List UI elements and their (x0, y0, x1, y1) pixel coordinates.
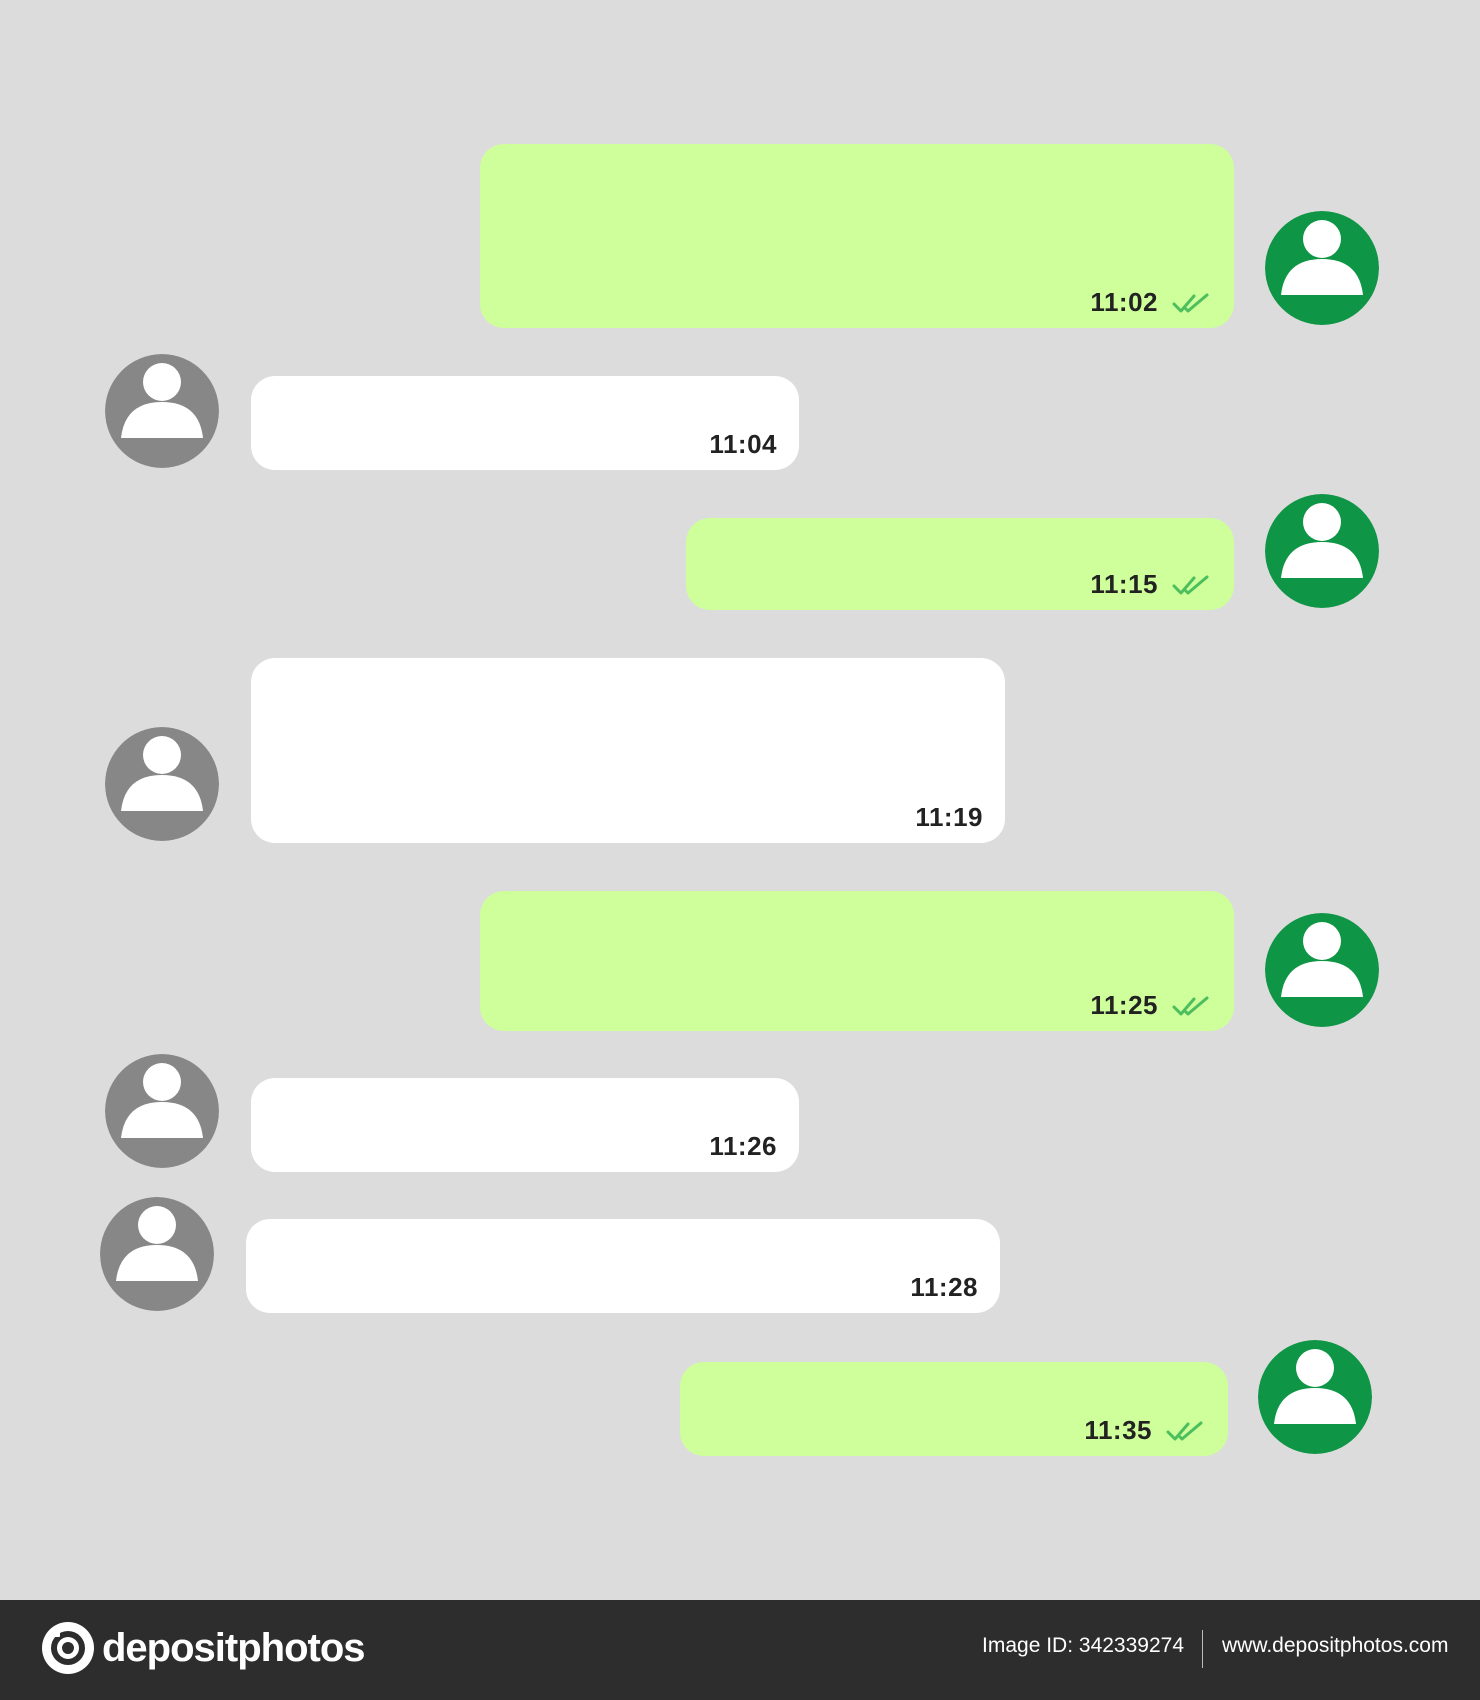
user-avatar-incoming[interactable] (105, 1054, 219, 1168)
double-check-icon (1172, 293, 1209, 312)
user-avatar-incoming[interactable] (105, 354, 219, 468)
message-meta: 11:35 (1084, 1415, 1206, 1446)
message-bubble-incoming[interactable]: 11:19 (251, 658, 1005, 843)
chat-area: 11:02 11:04 11:15 11:19 11:25 11:26 11:2… (0, 0, 1480, 1600)
message-time: 11:02 (1090, 287, 1158, 317)
camera-icon (40, 1620, 96, 1676)
message-meta: 11:15 (1090, 569, 1212, 600)
user-icon (105, 354, 219, 468)
site-url-link[interactable]: www.depositphotos.com (1222, 1634, 1448, 1658)
message-bubble-outgoing[interactable]: 11:15 (686, 518, 1234, 610)
message-meta: 11:02 (1090, 287, 1212, 318)
user-icon (1265, 211, 1379, 325)
user-avatar-outgoing[interactable] (1265, 211, 1379, 325)
brand-name: depositphotos (102, 1625, 366, 1670)
user-avatar-incoming[interactable] (105, 727, 219, 841)
message-bubble-outgoing[interactable]: 11:02 (480, 144, 1234, 328)
message-bubble-incoming[interactable]: 11:26 (251, 1078, 799, 1172)
user-avatar-outgoing[interactable] (1265, 913, 1379, 1027)
brand-logo[interactable]: depositphotos (40, 1620, 366, 1676)
message-time: 11:25 (1090, 990, 1158, 1020)
message-time: 11:26 (709, 1131, 777, 1161)
user-icon (105, 727, 219, 841)
message-time: 11:28 (910, 1272, 978, 1302)
double-check-icon (1172, 575, 1209, 594)
user-avatar-incoming[interactable] (100, 1197, 214, 1311)
message-time: 11:19 (915, 802, 983, 832)
message-time: 11:04 (709, 429, 777, 459)
message-bubble-outgoing[interactable]: 11:25 (480, 891, 1234, 1031)
user-avatar-outgoing[interactable] (1258, 1340, 1372, 1454)
user-icon (1258, 1340, 1372, 1454)
image-id-label: Image ID: 342339274 (982, 1634, 1184, 1657)
message-meta: 11:04 (709, 429, 777, 460)
message-meta: 11:28 (910, 1272, 978, 1303)
message-time: 11:35 (1084, 1415, 1152, 1445)
user-icon (105, 1054, 219, 1168)
double-check-icon (1166, 1421, 1203, 1440)
double-check-icon (1172, 996, 1209, 1015)
message-time: 11:15 (1090, 569, 1158, 599)
user-avatar-outgoing[interactable] (1265, 494, 1379, 608)
message-meta: 11:25 (1090, 990, 1212, 1021)
message-bubble-incoming[interactable]: 11:28 (246, 1219, 1000, 1313)
message-meta: 11:26 (709, 1131, 777, 1162)
user-icon (1265, 913, 1379, 1027)
footer-bar: depositphotos Image ID: 342339274 www.de… (0, 1600, 1480, 1700)
message-bubble-incoming[interactable]: 11:04 (251, 376, 799, 470)
user-icon (1265, 494, 1379, 608)
message-bubble-outgoing[interactable]: 11:35 (680, 1362, 1228, 1456)
message-meta: 11:19 (915, 802, 983, 833)
footer-divider (1202, 1630, 1203, 1668)
user-icon (100, 1197, 214, 1311)
